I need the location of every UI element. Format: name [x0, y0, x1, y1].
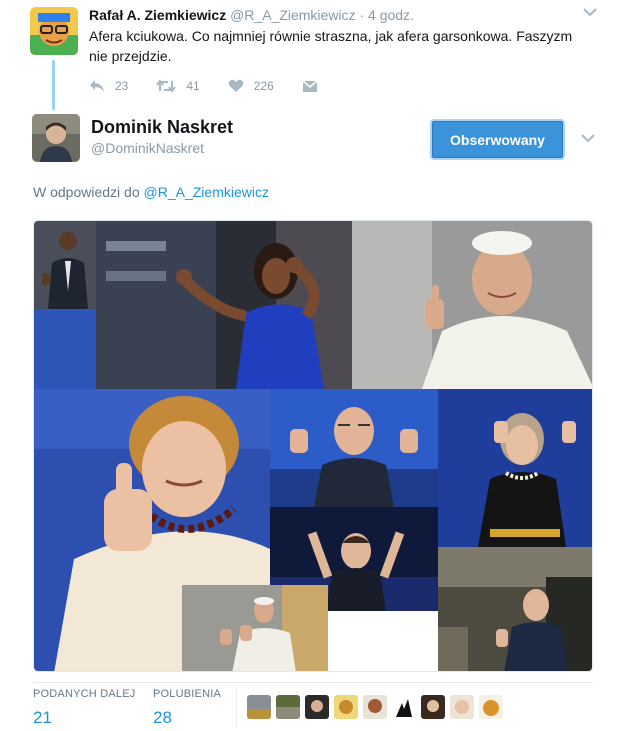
- retweets-value: 21: [33, 708, 52, 727]
- photo-pope-thumbs-up: [352, 221, 592, 389]
- likes-value: 28: [153, 708, 172, 727]
- author-handle[interactable]: @DominikNaskret: [91, 140, 204, 156]
- liker-avatar[interactable]: [479, 695, 503, 719]
- retweet-icon: [156, 79, 177, 93]
- stats-vertical-divider: [236, 690, 237, 726]
- reply-to-link[interactable]: @R_A_Ziemkiewicz: [144, 184, 269, 200]
- like-count: 226: [253, 79, 274, 93]
- parent-header: Rafał A. Ziemkiewicz @R_A_Ziemkiewicz · …: [89, 7, 414, 23]
- separator-dot: ·: [359, 7, 365, 23]
- retweet-count: 41: [186, 79, 200, 93]
- heart-icon: [228, 79, 244, 92]
- photo-woman-blue-dress: [96, 221, 352, 389]
- liker-avatar[interactable]: [392, 695, 416, 719]
- photo-man-street-thumbs: [438, 547, 592, 671]
- photo-white-gap: [328, 611, 438, 671]
- photo-woman-pearls-two-thumbs: [438, 389, 592, 547]
- retweet-button[interactable]: 41: [156, 79, 200, 93]
- liker-avatars: [247, 695, 508, 719]
- chevron-down-icon[interactable]: [578, 130, 598, 146]
- liker-avatar[interactable]: [276, 695, 300, 719]
- liker-avatar[interactable]: [334, 695, 358, 719]
- parent-author-handle[interactable]: @R_A_Ziemkiewicz: [230, 7, 355, 23]
- reply-prefix: W odpowiedzi do: [33, 184, 140, 200]
- chevron-down-icon[interactable]: [580, 4, 600, 20]
- author-name[interactable]: Dominik Naskret: [91, 117, 233, 138]
- liker-avatar[interactable]: [421, 695, 445, 719]
- retweets-stat[interactable]: PODANYCH DALEJ 21: [33, 688, 135, 728]
- parent-tweet-text: Afera kciukowa. Co najmniej równie stras…: [89, 28, 573, 64]
- liker-avatar[interactable]: [363, 695, 387, 719]
- photo-man-glasses-two-thumbs: [270, 389, 438, 507]
- photo-blue-panel: [34, 309, 96, 389]
- reply-icon: [90, 80, 104, 92]
- likes-label: POLUBIENIA: [153, 688, 222, 700]
- reply-context: W odpowiedzi do @R_A_Ziemkiewicz: [33, 184, 269, 200]
- author-avatar[interactable]: [32, 114, 80, 162]
- photo-pope-small: [182, 585, 328, 671]
- liker-avatar[interactable]: [247, 695, 271, 719]
- parent-author-name[interactable]: Rafał A. Ziemkiewicz: [89, 7, 226, 23]
- parent-action-bar: 23 41 226: [89, 76, 356, 96]
- direct-message-button[interactable]: [302, 79, 328, 93]
- parent-timestamp[interactable]: 4 godz.: [368, 7, 414, 23]
- reply-button[interactable]: 23: [89, 79, 128, 93]
- retweets-label: PODANYCH DALEJ: [33, 688, 136, 700]
- parent-tweet[interactable]: Rafał A. Ziemkiewicz @R_A_Ziemkiewicz · …: [0, 0, 619, 110]
- reply-count: 23: [115, 79, 129, 93]
- thread-line: [52, 60, 55, 110]
- like-button[interactable]: 226: [228, 79, 274, 93]
- dm-icon: [302, 80, 318, 92]
- tweet-media[interactable]: [33, 220, 593, 672]
- liker-avatar[interactable]: [450, 695, 474, 719]
- stats-divider: [33, 682, 593, 683]
- parent-avatar[interactable]: [30, 7, 78, 55]
- liker-avatar[interactable]: [305, 695, 329, 719]
- photo-man-suit-thumbs-up: [34, 221, 96, 309]
- follow-button[interactable]: Obserwowany: [430, 119, 565, 160]
- likes-stat[interactable]: POLUBIENIA 28: [153, 688, 221, 728]
